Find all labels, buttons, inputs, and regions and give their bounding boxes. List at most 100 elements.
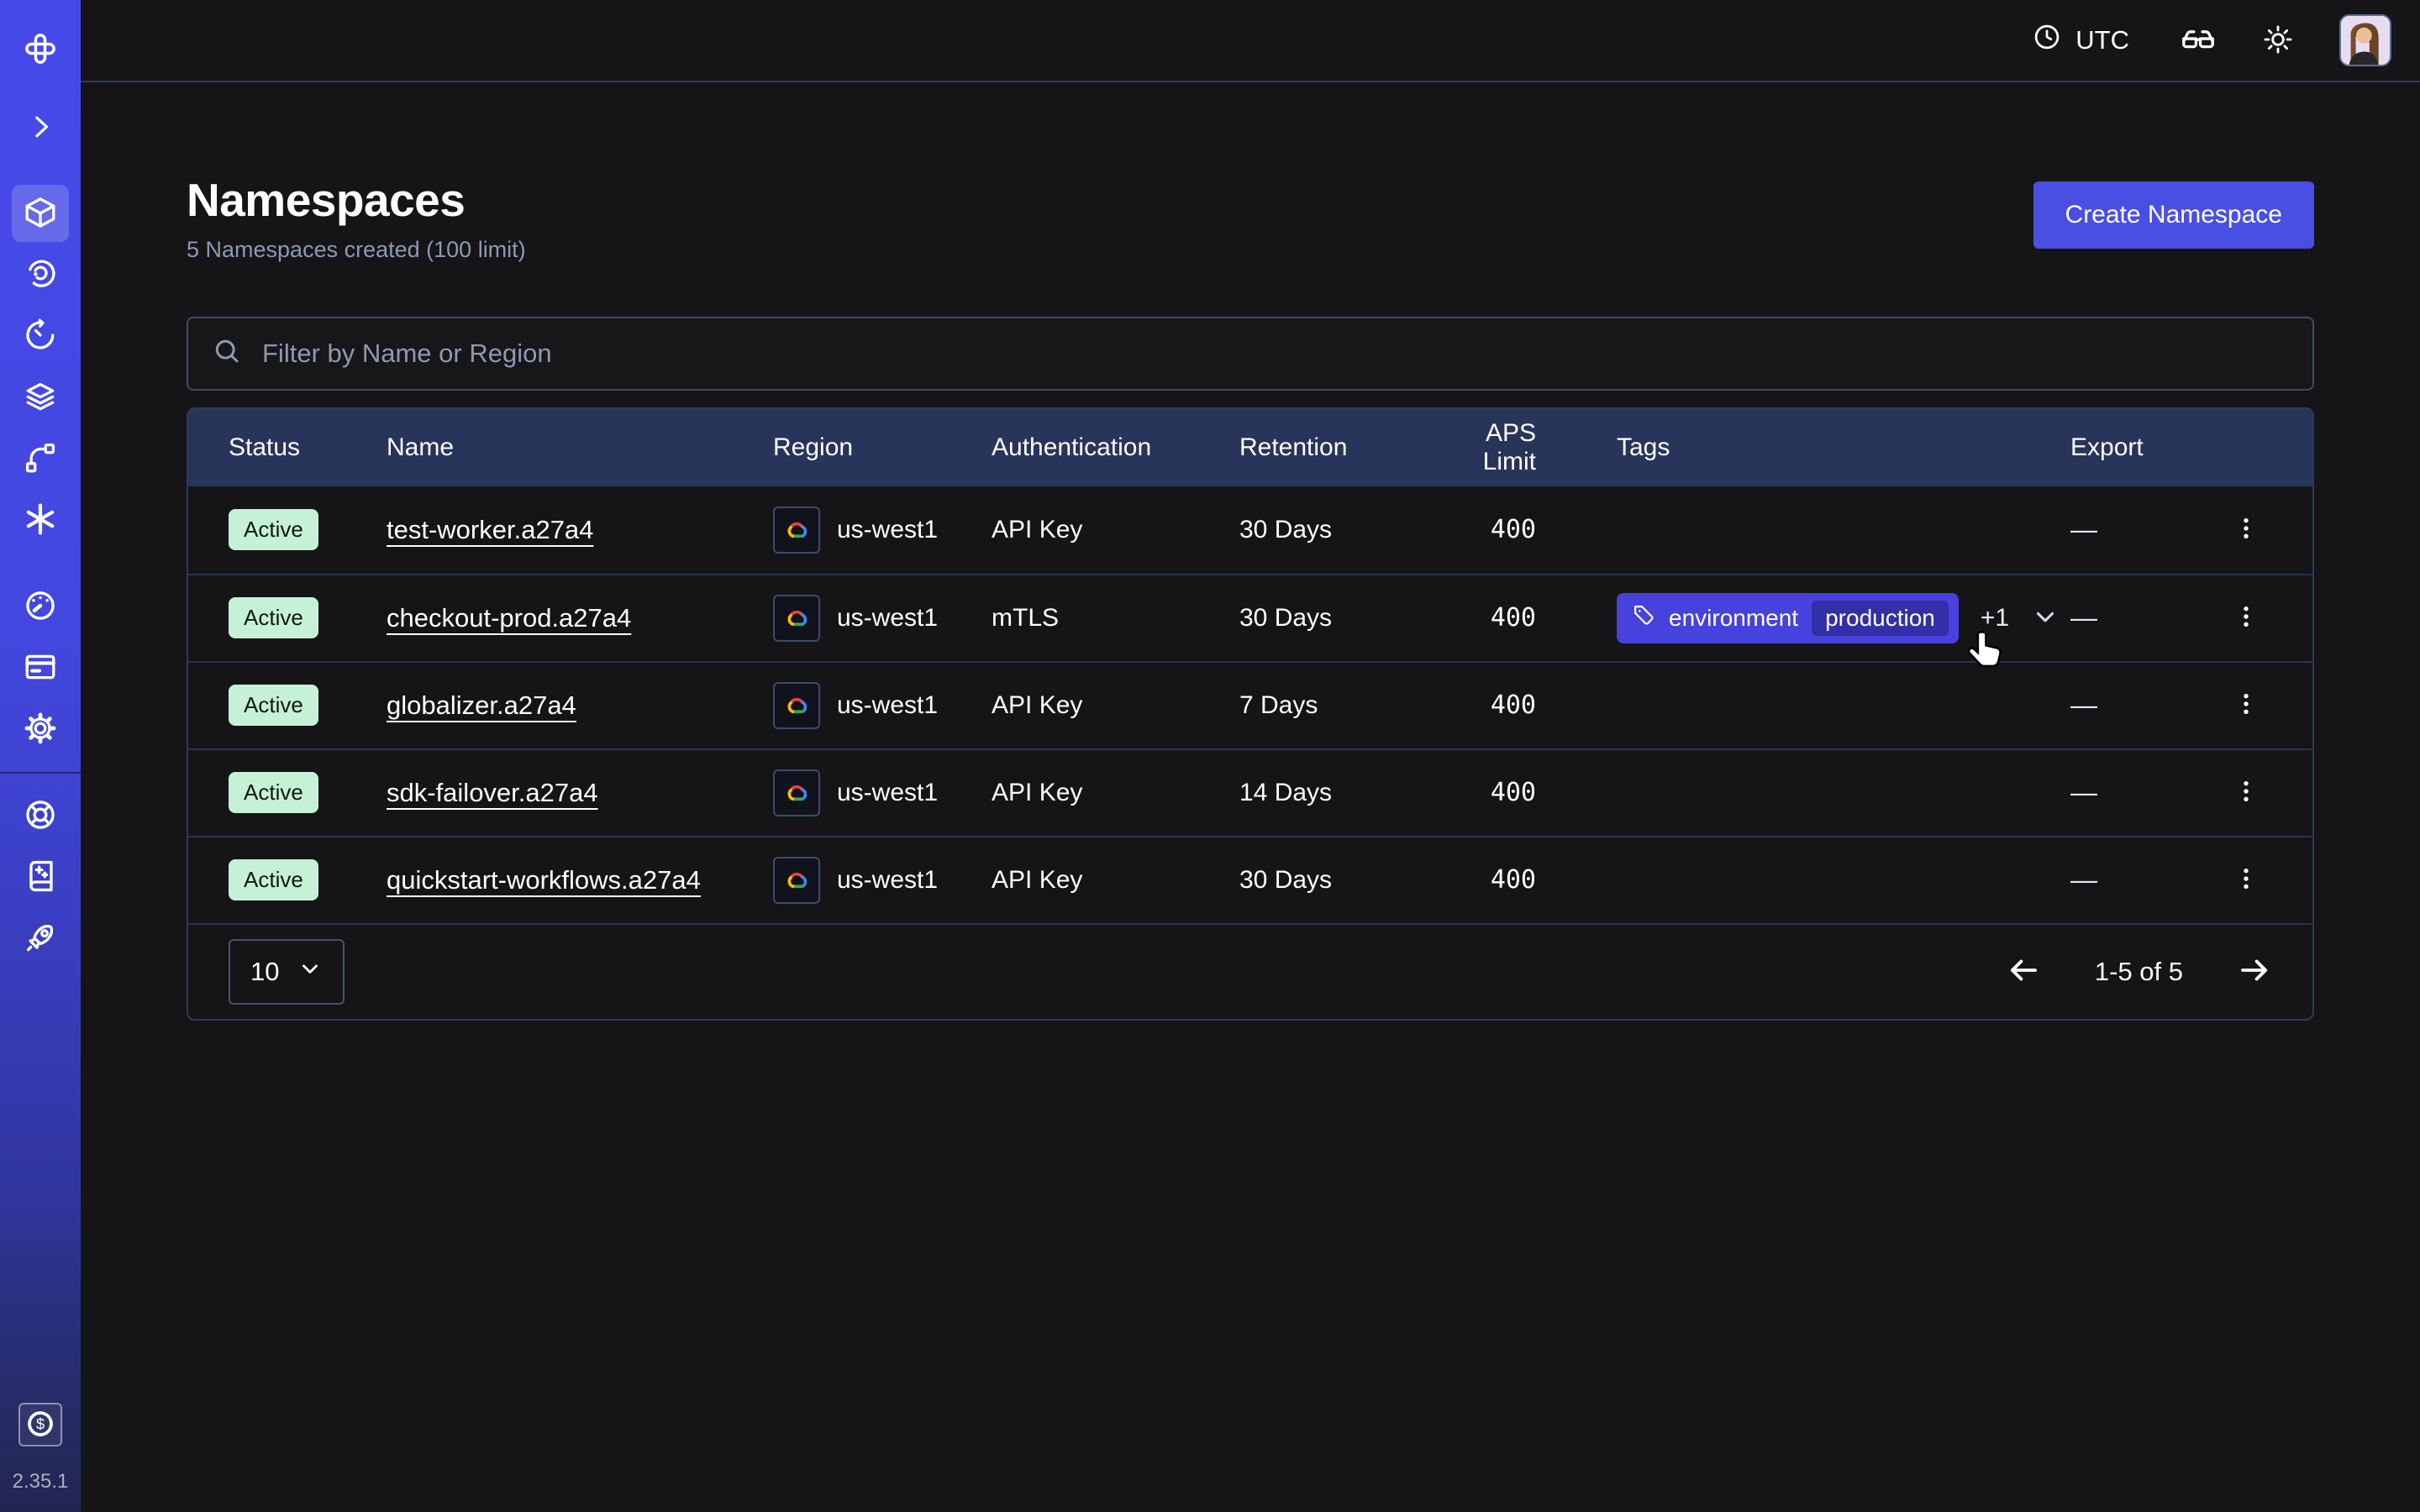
tag-more-count: +1: [1981, 604, 2009, 633]
status-badge: Active: [229, 685, 318, 726]
retention-value: 30 Days: [1239, 516, 1430, 544]
namespace-link[interactable]: quickstart-workflows.a27a4: [387, 865, 701, 895]
aps-limit-value: 400: [1430, 778, 1536, 807]
row-actions-menu-button[interactable]: [2227, 509, 2265, 550]
auth-method: API Key: [992, 516, 1239, 544]
credits-badge-button[interactable]: $: [18, 1403, 62, 1446]
table-body: Active test-worker.a27a4 us-west1 API Ke…: [188, 486, 2312, 923]
sidebar-item-usage[interactable]: [12, 578, 69, 635]
sidebar-item-support[interactable]: [12, 787, 69, 844]
page-title: Namespaces: [187, 176, 526, 225]
table-header-row: Status Name Region Authentication Retent…: [188, 409, 2312, 486]
next-page-button[interactable]: [2237, 953, 2272, 990]
chevron-right-icon: [24, 110, 57, 146]
aps-limit-value: 400: [1430, 515, 1536, 544]
column-header-retention: Retention: [1239, 433, 1430, 462]
row-actions-menu-button[interactable]: [2227, 685, 2265, 726]
app-version: 2.35.1: [13, 1470, 69, 1494]
retention-value: 30 Days: [1239, 604, 1430, 633]
export-value: —: [2070, 864, 2097, 895]
arrow-right-icon: [2237, 953, 2272, 990]
kebab-menu-icon: [2232, 864, 2260, 895]
tag-pill[interactable]: environment production: [1617, 593, 1959, 643]
aps-limit-value: 400: [1430, 865, 1536, 895]
row-actions-menu-button[interactable]: [2227, 859, 2265, 900]
sidebar-item-deployments[interactable]: [12, 369, 69, 426]
sidebar-item-billing[interactable]: [12, 639, 69, 696]
app-window: $ 2.35.1 UTC: [0, 0, 2420, 1512]
timezone-label: UTC: [2075, 25, 2129, 55]
sidebar-item-workflows[interactable]: [12, 246, 69, 303]
region-label: us-west1: [837, 604, 938, 633]
status-badge: Active: [229, 597, 318, 638]
kebab-menu-icon: [2232, 690, 2260, 721]
column-header-authentication: Authentication: [992, 433, 1239, 462]
table-row: Active checkout-prod.a27a4 us-west1 mTLS…: [188, 574, 2312, 661]
chevron-down-icon: [297, 956, 323, 988]
sidebar-item-getting-started[interactable]: [12, 910, 69, 967]
filter-input[interactable]: [260, 338, 2289, 370]
clock-icon: [2032, 22, 2062, 59]
timezone-button[interactable]: UTC: [2027, 21, 2134, 60]
lifebuoy-icon: [23, 797, 58, 835]
previous-page-button[interactable]: [2006, 953, 2041, 990]
page-header: Namespaces 5 Namespaces created (100 lim…: [187, 82, 2314, 263]
gcp-icon: [773, 857, 820, 904]
column-header-aps-limit: APS Limit: [1430, 419, 1536, 476]
sidebar-item-schedules[interactable]: [12, 307, 69, 365]
column-header-name: Name: [387, 433, 773, 462]
gcp-icon: [773, 507, 820, 554]
sidebar-item-settings[interactable]: [12, 701, 69, 758]
sidebar-item-batch-operations[interactable]: [12, 430, 69, 487]
kebab-menu-icon: [2232, 602, 2260, 633]
gear-icon: [23, 711, 58, 748]
sidebar-item-nexus[interactable]: [12, 491, 69, 549]
kebab-menu-icon: [2232, 777, 2260, 808]
export-value: —: [2070, 777, 2097, 808]
status-badge: Active: [229, 859, 318, 900]
topbar: UTC: [81, 0, 2420, 82]
region-label: us-west1: [837, 779, 938, 807]
auth-method: mTLS: [992, 604, 1239, 633]
table-row: Active quickstart-workflows.a27a4 us-wes…: [188, 836, 2312, 923]
column-header-region: Region: [773, 433, 992, 462]
theme-toggle-button[interactable]: [2262, 24, 2294, 58]
billing-card-icon: [23, 649, 58, 687]
namespace-link[interactable]: globalizer.a27a4: [387, 690, 576, 720]
namespace-link[interactable]: checkout-prod.a27a4: [387, 603, 631, 633]
status-badge: Active: [229, 509, 318, 550]
region-label: us-west1: [837, 866, 938, 895]
namespaces-cube-icon: [23, 195, 58, 233]
sidebar-item-namespaces[interactable]: [12, 185, 69, 242]
auth-method: API Key: [992, 691, 1239, 720]
row-actions-menu-button[interactable]: [2227, 772, 2265, 813]
page-size-select[interactable]: 10: [229, 939, 345, 1005]
glasses-icon: [2180, 21, 2217, 60]
namespace-link[interactable]: test-worker.a27a4: [387, 515, 593, 544]
kebab-menu-icon: [2232, 514, 2260, 545]
region-label: us-west1: [837, 691, 938, 720]
sidebar-footer: $ 2.35.1: [13, 1403, 69, 1512]
gcp-icon: [773, 682, 820, 729]
pagination: 1-5 of 5: [2006, 953, 2272, 990]
profile-menu-button[interactable]: [2339, 14, 2391, 66]
user-avatar: [2339, 14, 2391, 66]
labs-toggle-button[interactable]: [2180, 21, 2217, 60]
temporal-logo-icon: [12, 20, 69, 77]
tag-expand-button[interactable]: [2031, 602, 2060, 633]
row-actions-menu-button[interactable]: [2227, 597, 2265, 638]
table-row: Active globalizer.a27a4 us-west1 API Key…: [188, 661, 2312, 748]
chevron-down-icon: [2031, 602, 2060, 633]
sidebar-expand-button[interactable]: [12, 99, 69, 156]
sidebar-item-docs[interactable]: [12, 848, 69, 906]
sidebar: $ 2.35.1: [0, 0, 81, 1512]
create-namespace-button[interactable]: Create Namespace: [2033, 181, 2314, 249]
page-range-label: 1-5 of 5: [2095, 957, 2183, 987]
namespace-link[interactable]: sdk-failover.a27a4: [387, 778, 598, 807]
table-row: Active test-worker.a27a4 us-west1 API Ke…: [188, 486, 2312, 574]
sidebar-divider: [0, 772, 81, 774]
filter-bar: [187, 317, 2314, 391]
page-size-value: 10: [250, 957, 279, 987]
region-label: us-west1: [837, 516, 938, 544]
sun-icon: [2262, 24, 2294, 58]
